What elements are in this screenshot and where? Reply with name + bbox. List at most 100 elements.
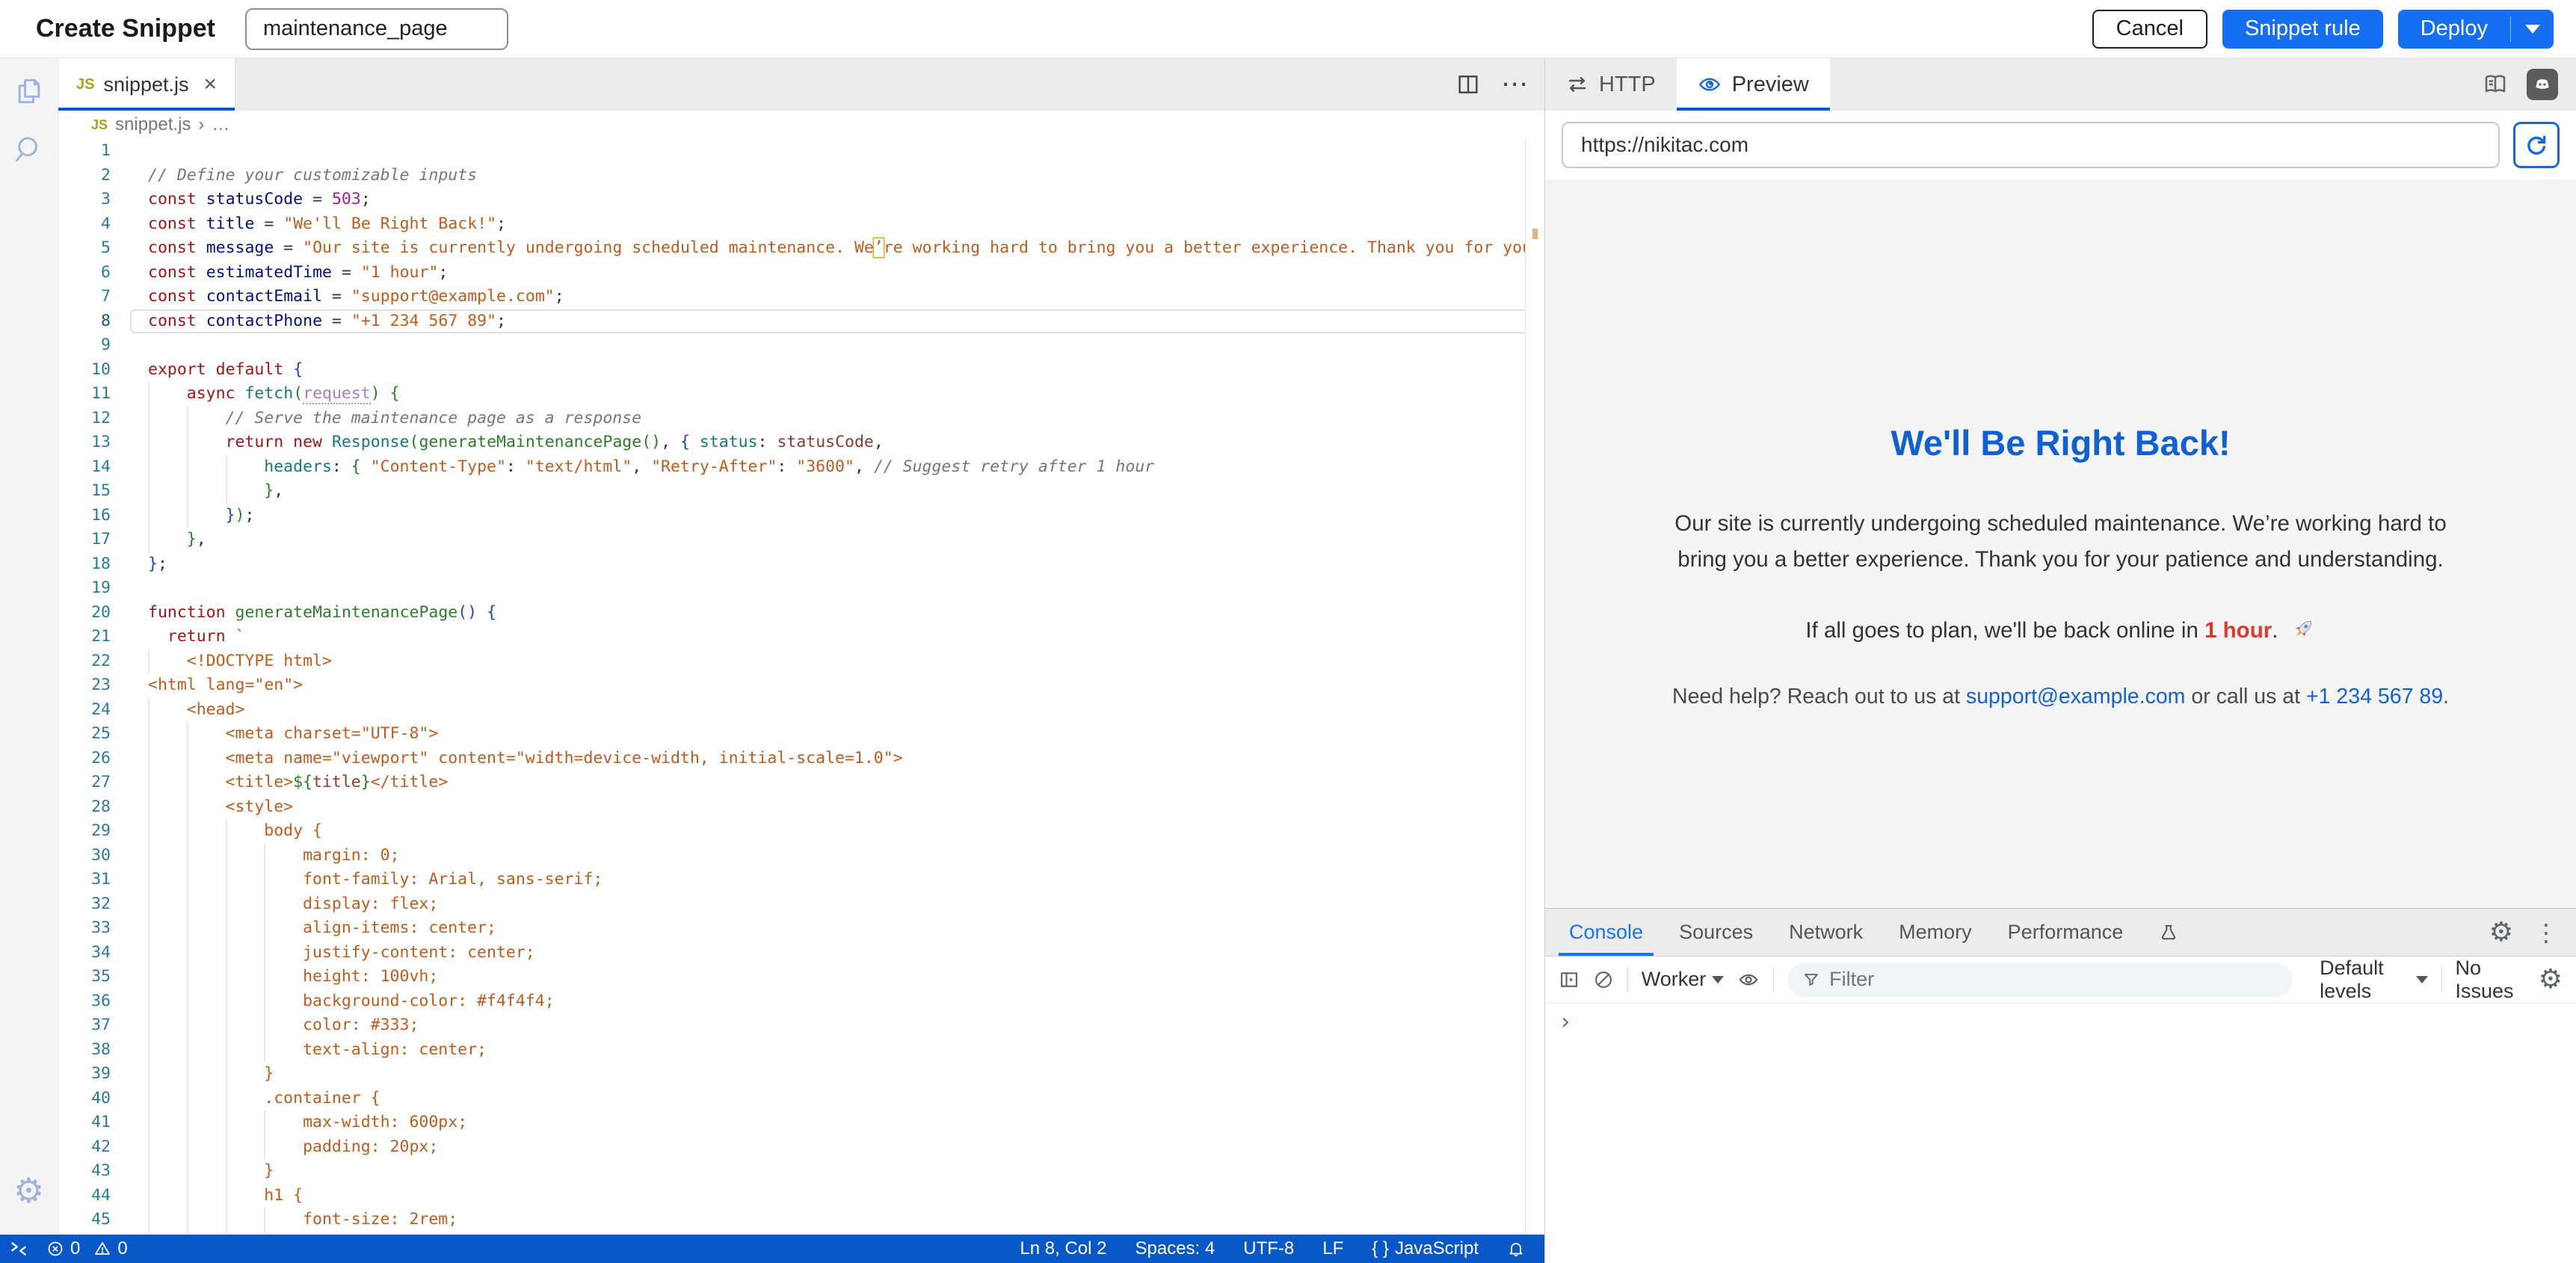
- code-line[interactable]: 21 return `: [58, 625, 1544, 649]
- code-line[interactable]: 17},: [58, 528, 1544, 552]
- docs-book-icon[interactable]: [2482, 71, 2509, 98]
- discord-icon[interactable]: [2527, 69, 2558, 100]
- console-output[interactable]: ›: [1545, 1003, 2576, 1263]
- code-line[interactable]: 18};: [58, 552, 1544, 577]
- eol-setting[interactable]: LF: [1322, 1238, 1343, 1259]
- problems-indicator[interactable]: 0 0: [46, 1238, 128, 1259]
- indentation-setting[interactable]: Spaces: 4: [1136, 1238, 1215, 1259]
- close-icon[interactable]: ×: [204, 72, 218, 97]
- code-line[interactable]: 7const contactEmail = "support@example.c…: [58, 285, 1544, 309]
- search-icon[interactable]: [13, 133, 46, 166]
- code-line[interactable]: 16});: [58, 504, 1544, 528]
- code-line[interactable]: 29body {: [58, 819, 1544, 844]
- code-line[interactable]: 13return new Response(generateMaintenanc…: [58, 430, 1544, 455]
- tab-preview[interactable]: Preview: [1677, 58, 1830, 111]
- deploy-dropdown-button[interactable]: [2510, 16, 2554, 42]
- support-email-link[interactable]: support@example.com: [1966, 685, 2185, 708]
- files-icon[interactable]: [13, 75, 46, 108]
- code-editor[interactable]: 12// Define your customizable inputs3con…: [58, 139, 1544, 1235]
- code-line[interactable]: 8const contactPhone = "+1 234 567 89";: [58, 309, 1544, 334]
- tab-preview-label: Preview: [1732, 72, 1809, 97]
- tab-http[interactable]: HTTP: [1545, 58, 1677, 111]
- refresh-button[interactable]: [2513, 122, 2560, 168]
- code-line[interactable]: 38text-align: center;: [58, 1038, 1544, 1063]
- editor-column: JS snippet.js × ⋯ JS snippet.js ›: [58, 58, 1544, 1235]
- code-line[interactable]: 2// Define your customizable inputs: [58, 164, 1544, 188]
- activity-bar: ⚙: [0, 58, 58, 1235]
- clear-console-icon[interactable]: [1593, 969, 1614, 990]
- code-line[interactable]: 24<head>: [58, 698, 1544, 723]
- tab-network[interactable]: Network: [1771, 909, 1881, 956]
- code-line[interactable]: 15},: [58, 479, 1544, 504]
- code-line[interactable]: 40.container {: [58, 1087, 1544, 1111]
- code-line[interactable]: 31font-family: Arial, sans-serif;: [58, 868, 1544, 892]
- editor-scrollbar[interactable]: [1525, 139, 1544, 1235]
- code-line[interactable]: 10export default {: [58, 358, 1544, 383]
- url-input[interactable]: [1562, 122, 2500, 168]
- code-line[interactable]: 32display: flex;: [58, 892, 1544, 917]
- live-expression-eye-icon[interactable]: [1737, 969, 1760, 991]
- code-line[interactable]: 27<title>${title}</title>: [58, 771, 1544, 795]
- code-line[interactable]: 26<meta name="viewport" content="width=d…: [58, 747, 1544, 771]
- code-line[interactable]: 20function generateMaintenancePage() {: [58, 601, 1544, 626]
- code-line[interactable]: 34justify-content: center;: [58, 941, 1544, 966]
- execution-context-dropdown[interactable]: Worker: [1642, 968, 1725, 991]
- cursor-position[interactable]: Ln 8, Col 2: [1020, 1238, 1106, 1259]
- maintenance-contact-line: Need help? Reach out to us at support@ex…: [1612, 685, 2509, 709]
- console-settings-icon[interactable]: ⚙: [2539, 966, 2563, 993]
- issues-counter[interactable]: No Issues: [2455, 957, 2524, 1003]
- code-line[interactable]: 35height: 100vh;: [58, 965, 1544, 989]
- code-line[interactable]: 12// Serve the maintenance page as a res…: [58, 407, 1544, 431]
- notifications-bell-icon[interactable]: [1507, 1240, 1525, 1258]
- tab-snippet-js[interactable]: JS snippet.js ×: [58, 58, 235, 111]
- code-line[interactable]: 22<!DOCTYPE html>: [58, 649, 1544, 674]
- devtools-settings-icon[interactable]: ⚙: [2489, 919, 2513, 946]
- split-editor-icon[interactable]: [1456, 72, 1480, 96]
- devtools-menu-icon[interactable]: ⋮: [2534, 918, 2558, 947]
- code-line[interactable]: 11async fetch(request) {: [58, 382, 1544, 407]
- code-line[interactable]: 9: [58, 333, 1544, 358]
- more-actions-icon[interactable]: ⋯: [1501, 71, 1528, 98]
- tab-memory[interactable]: Memory: [1881, 909, 1990, 956]
- tab-performance[interactable]: Performance: [1990, 909, 2142, 956]
- encoding-setting[interactable]: UTF-8: [1243, 1238, 1294, 1259]
- code-line[interactable]: 36background-color: #f4f4f4;: [58, 989, 1544, 1014]
- code-line[interactable]: 37color: #333;: [58, 1013, 1544, 1038]
- maintenance-message: Our site is currently undergoing schedul…: [1670, 506, 2451, 578]
- code-line[interactable]: 1: [58, 139, 1544, 164]
- cancel-button[interactable]: Cancel: [2092, 10, 2207, 49]
- flask-icon[interactable]: [2141, 909, 2196, 956]
- code-line[interactable]: 23<html lang="en">: [58, 673, 1544, 698]
- code-line[interactable]: 4const title = "We'll Be Right Back!";: [58, 212, 1544, 237]
- code-line[interactable]: 25<meta charset="UTF-8">: [58, 722, 1544, 747]
- code-line[interactable]: 41max-width: 600px;: [58, 1111, 1544, 1135]
- code-line[interactable]: 3const statusCode = 503;: [58, 188, 1544, 212]
- code-line[interactable]: 14headers: { "Content-Type": "text/html"…: [58, 455, 1544, 480]
- snippet-rule-button[interactable]: Snippet rule: [2222, 10, 2383, 49]
- code-line[interactable]: 6const estimatedTime = "1 hour";: [58, 261, 1544, 285]
- code-line[interactable]: 33align-items: center;: [58, 916, 1544, 941]
- breadcrumb[interactable]: JS snippet.js › …: [58, 111, 1544, 139]
- code-line[interactable]: 43}: [58, 1159, 1544, 1184]
- code-line[interactable]: 39}: [58, 1062, 1544, 1087]
- settings-gear-icon[interactable]: ⚙: [13, 1173, 44, 1208]
- remote-indicator-icon[interactable]: [9, 1239, 28, 1259]
- tab-console[interactable]: Console: [1551, 909, 1661, 956]
- code-line[interactable]: 44h1 {: [58, 1184, 1544, 1208]
- editor-tab-strip: JS snippet.js × ⋯: [58, 58, 1544, 111]
- code-line[interactable]: 19: [58, 576, 1544, 601]
- code-line[interactable]: 28<style>: [58, 795, 1544, 820]
- filter-input[interactable]: [1829, 968, 2278, 991]
- tab-sources[interactable]: Sources: [1661, 909, 1771, 956]
- code-line[interactable]: 30margin: 0;: [58, 844, 1544, 868]
- language-mode[interactable]: { } JavaScript: [1372, 1238, 1479, 1259]
- code-line[interactable]: 45font-size: 2rem;: [58, 1208, 1544, 1232]
- deploy-button[interactable]: Deploy: [2398, 16, 2510, 41]
- code-line[interactable]: 42padding: 20px;: [58, 1135, 1544, 1160]
- console-sidebar-toggle-icon[interactable]: [1559, 969, 1580, 990]
- phone-link[interactable]: +1 234 567 89: [2306, 685, 2443, 708]
- snippet-name-input[interactable]: [245, 8, 508, 50]
- log-levels-dropdown[interactable]: Default levels: [2320, 957, 2428, 1003]
- code-line[interactable]: 46color: #0056b3;: [58, 1232, 1544, 1235]
- code-line[interactable]: 5const message = "Our site is currently …: [58, 236, 1544, 261]
